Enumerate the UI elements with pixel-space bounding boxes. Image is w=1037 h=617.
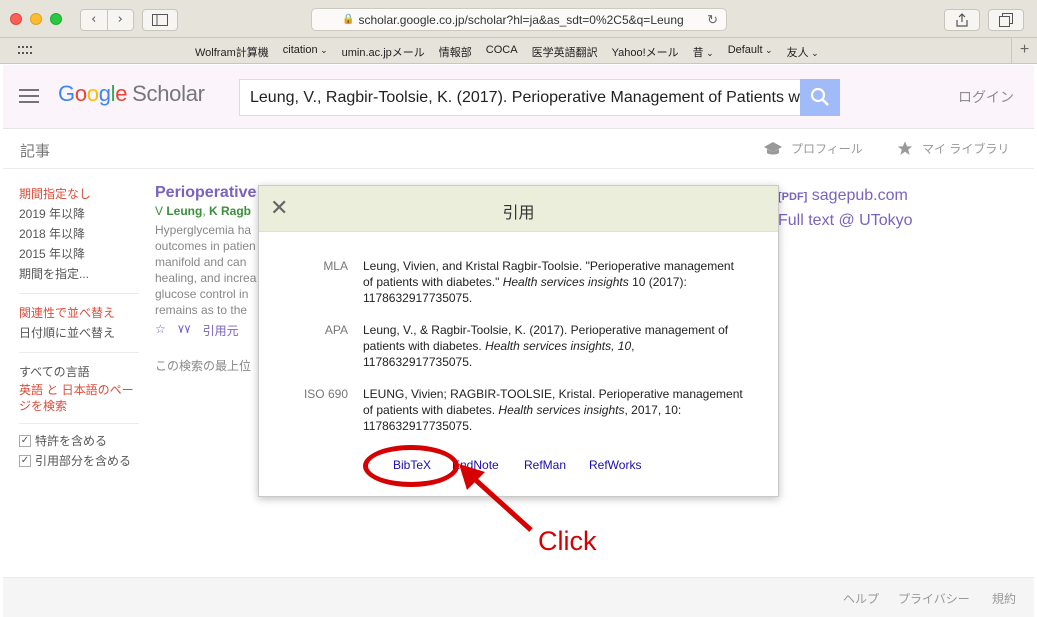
nav-buttons: ‹ › [80, 9, 134, 31]
share-button[interactable] [944, 9, 980, 31]
url-text: scholar.google.co.jp/scholar?hl=ja&as_sd… [358, 12, 684, 27]
divider [19, 352, 139, 353]
save-star-icon[interactable]: ☆ [155, 322, 166, 339]
graduation-cap-icon [764, 141, 782, 154]
bookmark-item[interactable]: 昔 [693, 44, 714, 60]
bookmark-item[interactable]: umin.ac.jpメール [342, 44, 425, 60]
sidebar-icon [152, 14, 168, 26]
zoom-window-button[interactable] [50, 13, 62, 25]
divider [19, 293, 139, 294]
terms-link[interactable]: 規約 [992, 590, 1016, 607]
include-citations-checkbox[interactable]: ✓ 引用部分を含める [19, 453, 139, 469]
star-icon [897, 141, 913, 155]
citation-style-label: MLA [323, 259, 348, 273]
minimize-window-button[interactable] [30, 13, 42, 25]
date-filter-any[interactable]: 期間指定なし [19, 184, 139, 204]
google-scholar-logo[interactable]: Google Scholar [58, 81, 205, 107]
bookmark-item[interactable]: citation [283, 44, 328, 60]
citation-text[interactable]: Leung, Vivien, and Kristal Ragbir-Toolsi… [363, 258, 743, 306]
results-subbar: 記事 プロフィール マイ ライブラリ [3, 130, 1034, 169]
result-side-links: [PDF] sagepub.com Full text @ UTokyo [778, 184, 913, 233]
sort-by-date[interactable]: 日付順に並べ替え [19, 323, 139, 343]
citation-style-label: APA [324, 323, 348, 337]
new-tab-plus-icon[interactable]: + [1011, 38, 1037, 64]
filter-sidebar: 期間指定なし 2019 年以降 2018 年以降 2015 年以降 期間を指定.… [19, 184, 139, 473]
bookmark-item[interactable]: Default [728, 44, 773, 60]
help-link[interactable]: ヘルプ [843, 590, 879, 607]
lang-en-ja[interactable]: 英語 と 日本語のページを検索 [19, 382, 139, 414]
sort-by-relevance[interactable]: 関連性で並べ替え [19, 303, 139, 323]
cite-dialog-header: ✕ 引用 [259, 186, 778, 232]
address-bar[interactable]: 🔒 scholar.google.co.jp/scholar?hl=ja&as_… [311, 8, 727, 31]
result-snippet: Hyperglycemia ha outcomes in patien mani… [155, 223, 257, 317]
author-link[interactable]: Leung [166, 204, 202, 218]
apps-grid-icon[interactable] [18, 46, 32, 56]
login-link[interactable]: ログイン [958, 87, 1014, 107]
bookmark-item[interactable]: 情報部 [439, 44, 472, 60]
highlight-ellipse [363, 445, 459, 487]
date-filter-2015[interactable]: 2015 年以降 [19, 244, 139, 264]
bookmark-item[interactable]: 友人 [787, 44, 819, 60]
refworks-link[interactable]: RefWorks [589, 458, 641, 472]
date-filter-2019[interactable]: 2019 年以降 [19, 204, 139, 224]
forward-icon[interactable]: › [108, 10, 134, 30]
bookmark-item[interactable]: COCA [486, 44, 518, 60]
my-library-link[interactable]: マイ ライブラリ [896, 140, 1009, 157]
annotation-label: Click [538, 526, 597, 556]
scholar-header: Google Scholar Leung, V., Ragbir-Toolsie,… [3, 65, 1034, 129]
checkbox-checked-icon: ✓ [19, 455, 31, 467]
page-footer: ヘルプ プライバシー 規約 [3, 577, 1034, 617]
lock-icon: 🔒 [342, 14, 355, 25]
reload-icon[interactable]: ↻ [707, 12, 718, 28]
lang-all[interactable]: すべての言語 [19, 362, 139, 382]
cite-dialog: ✕ 引用 MLA Leung, Vivien, and Kristal Ragb… [258, 185, 779, 497]
pointer-arrow-icon [459, 464, 533, 532]
pdf-link[interactable]: [PDF] sagepub.com [778, 184, 913, 209]
search-input[interactable]: Leung, V., Ragbir-Toolsie, K. (2017). Pe… [239, 79, 802, 116]
cited-by-link[interactable]: 引用元 [203, 322, 239, 339]
citation-style-label: ISO 690 [303, 387, 348, 401]
bookmark-item[interactable]: 医学英語翻訳 [532, 44, 598, 60]
search-icon [810, 87, 829, 106]
fulltext-link[interactable]: Full text @ UTokyo [778, 209, 913, 233]
browser-titlebar: ‹ › 🔒 scholar.google.co.jp/scholar?hl=ja… [0, 0, 1037, 38]
menu-icon[interactable] [19, 89, 39, 103]
search-button[interactable] [800, 79, 840, 116]
tabs-icon [999, 13, 1013, 27]
cite-dialog-title: 引用 [502, 205, 535, 222]
bookmark-item[interactable]: Yahoo!メール [612, 44, 679, 60]
bookmarks-bar: Wolfram計算機 citation umin.ac.jpメール 情報部 CO… [0, 38, 1037, 64]
profile-link[interactable]: プロフィール [763, 140, 863, 157]
divider [19, 423, 139, 424]
sidebar-toggle-button[interactable] [142, 9, 178, 31]
date-filter-2018[interactable]: 2018 年以降 [19, 224, 139, 244]
articles-label: 記事 [20, 143, 51, 160]
close-window-button[interactable] [10, 13, 22, 25]
date-filter-custom[interactable]: 期間を指定... [19, 264, 139, 284]
tab-overview-button[interactable] [988, 9, 1024, 31]
citation-text[interactable]: Leung, V., & Ragbir-Toolsie, K. (2017). … [363, 322, 743, 370]
back-icon[interactable]: ‹ [81, 10, 108, 30]
checkbox-checked-icon: ✓ [19, 435, 31, 447]
privacy-link[interactable]: プライバシー [898, 590, 970, 607]
cite-quote-icon[interactable]: ٧٧ [178, 322, 191, 339]
include-patents-checkbox[interactable]: ✓ 特許を含める [19, 433, 139, 449]
author-link[interactable]: K Ragb [209, 204, 251, 218]
citation-text[interactable]: LEUNG, Vivien; RAGBIR-TOOLSIE, Kristal. … [363, 386, 743, 434]
bookmark-item[interactable]: Wolfram計算機 [195, 44, 269, 60]
share-icon [956, 13, 968, 27]
